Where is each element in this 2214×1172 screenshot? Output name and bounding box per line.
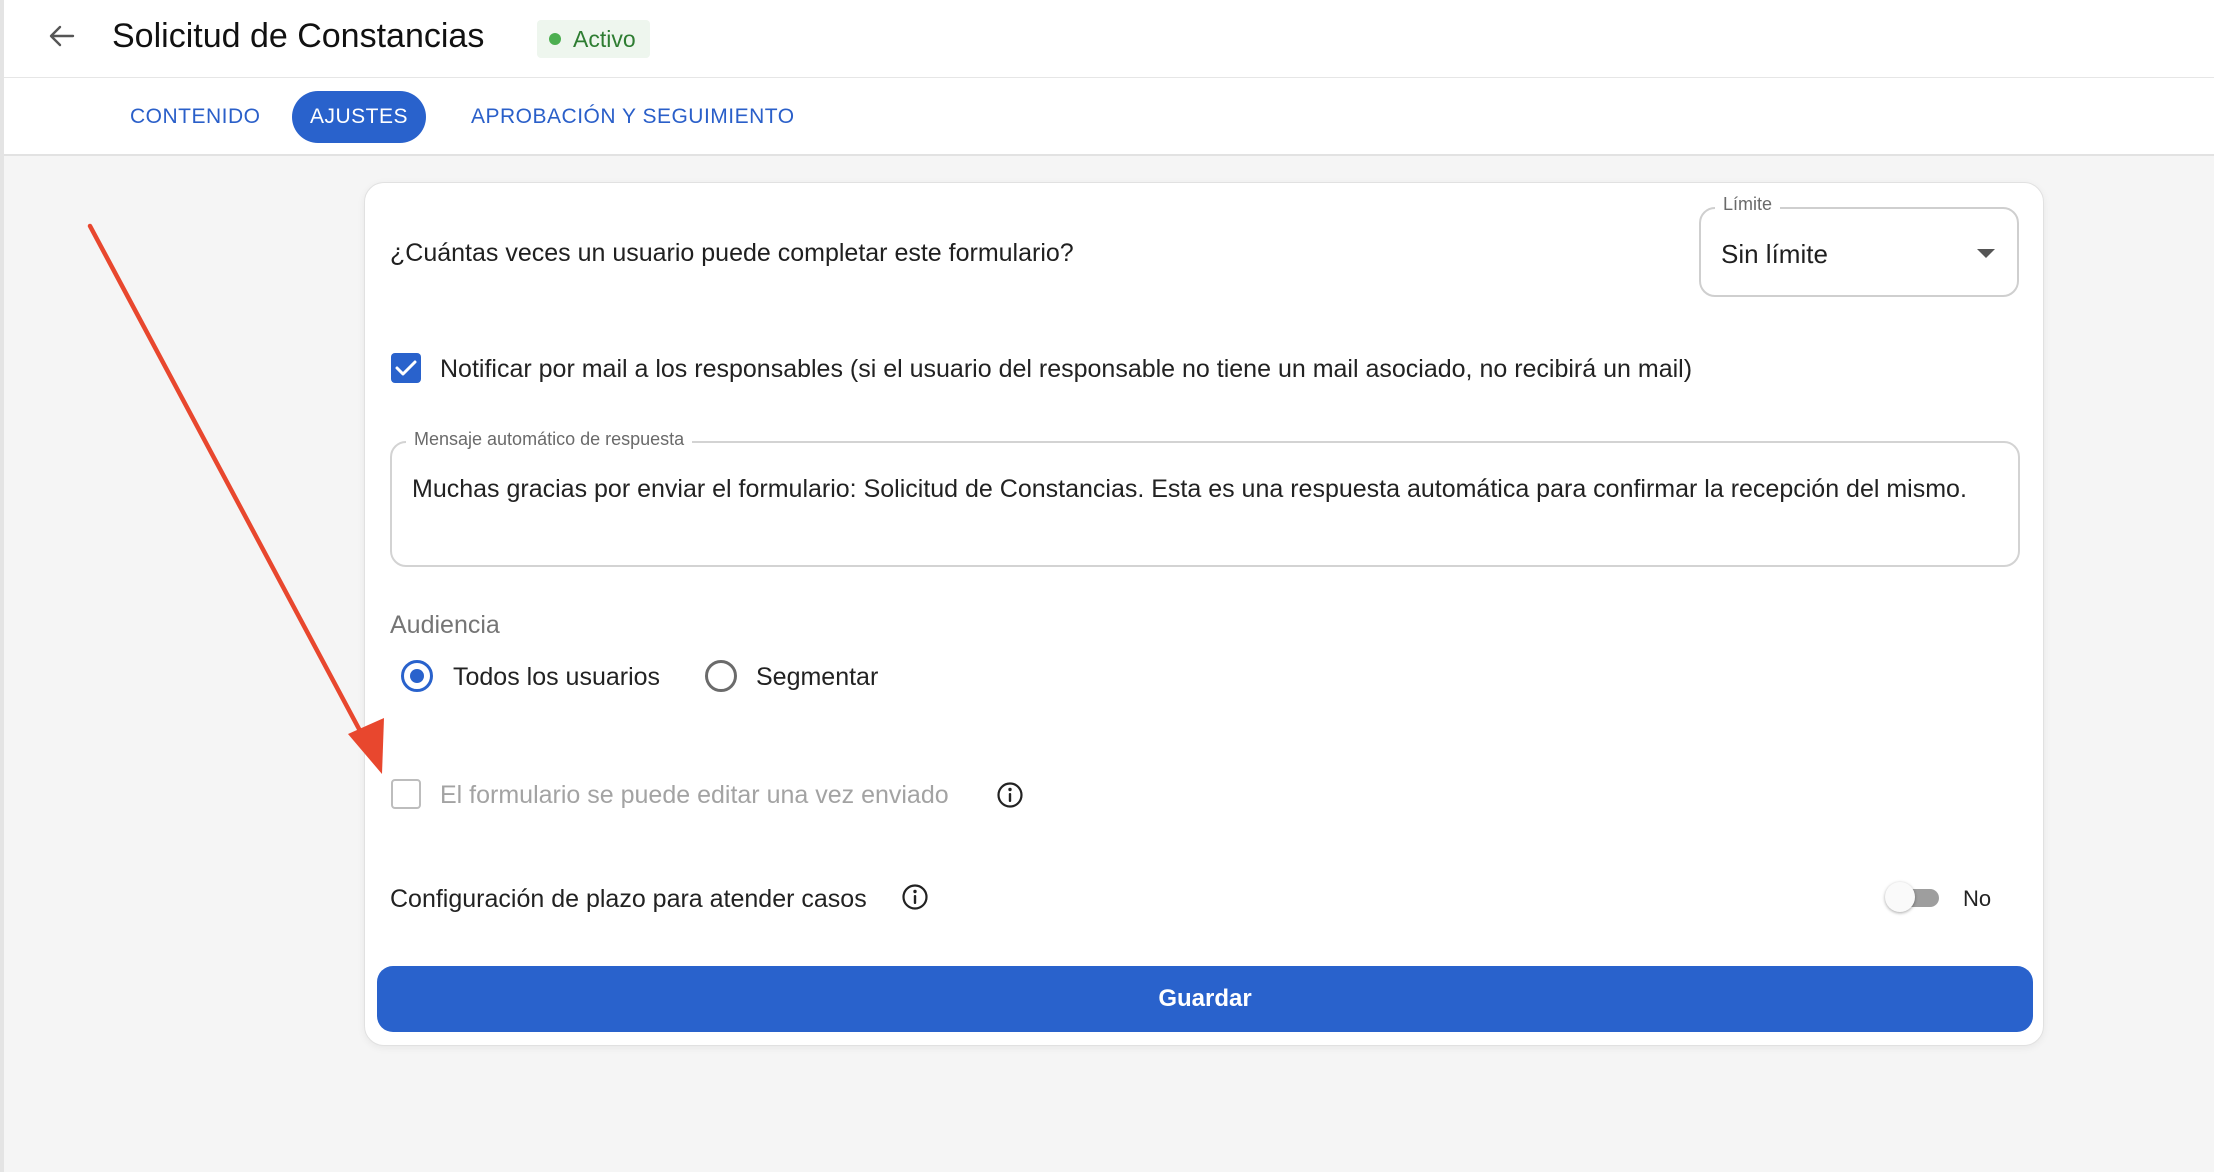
radio-segmentar-label[interactable]: Segmentar — [756, 663, 878, 692]
info-icon[interactable] — [901, 883, 929, 911]
deadline-toggle-label: No — [1963, 886, 1992, 911]
notify-checkbox[interactable] — [391, 353, 421, 383]
checkmark-icon — [395, 360, 417, 376]
audience-label: Audiencia — [390, 611, 500, 639]
toggle-thumb — [1885, 882, 1915, 912]
deadline-label: Configuración de plazo para atender caso… — [390, 885, 867, 913]
limit-select-value: Sin límite — [1721, 239, 1828, 269]
auto-message-label: Mensaje automático de respuesta — [406, 429, 693, 450]
status-label: Activo — [573, 25, 636, 52]
tab-contenido[interactable]: CONTENIDO — [110, 91, 281, 143]
radio-todos-usuarios[interactable] — [401, 660, 433, 692]
tab-ajustes[interactable]: AJUSTES — [292, 91, 426, 143]
back-button[interactable] — [42, 18, 82, 54]
title-row: Solicitud de Constancias Activo — [4, 0, 2214, 78]
notify-label: Notificar por mail a los responsables (s… — [440, 355, 1693, 383]
caret-down-icon — [1977, 249, 1995, 258]
auto-message-text: Muchas gracias por enviar el formulario:… — [412, 475, 1967, 503]
limit-select[interactable]: Límite Sin límite — [1699, 194, 2019, 297]
tab-bar: CONTENIDO AJUSTES APROBACIÓN Y SEGUIMIEN… — [4, 78, 2214, 154]
editable-checkbox[interactable] — [391, 779, 421, 809]
auto-message-field[interactable]: Mensaje automático de respuesta Muchas g… — [390, 429, 2020, 567]
page-title: Solicitud de Constancias — [112, 17, 485, 55]
completion-question: ¿Cuántas veces un usuario puede completa… — [390, 239, 1074, 267]
radio-segmentar[interactable] — [705, 660, 737, 692]
top-bar: Solicitud de Constancias Activo CONTENID… — [4, 0, 2214, 156]
limit-select-label: Límite — [1715, 194, 1781, 215]
deadline-toggle[interactable] — [1885, 882, 1945, 912]
left-border — [0, 0, 4, 1172]
info-icon[interactable] — [996, 781, 1024, 809]
status-dot-icon — [549, 33, 561, 45]
status-badge: Activo — [537, 20, 650, 58]
settings-card: ¿Cuántas veces un usuario puede completa… — [364, 182, 2044, 1046]
editable-label: El formulario se puede editar una vez en… — [440, 781, 949, 809]
arrow-left-icon — [49, 25, 75, 47]
tab-aprobacion-seguimiento[interactable]: APROBACIÓN Y SEGUIMIENTO — [451, 91, 815, 143]
save-button[interactable]: Guardar — [377, 966, 2033, 1032]
app-window: Solicitud de Constancias Activo CONTENID… — [0, 0, 2214, 1172]
radio-todos-usuarios-label[interactable]: Todos los usuarios — [453, 663, 660, 692]
